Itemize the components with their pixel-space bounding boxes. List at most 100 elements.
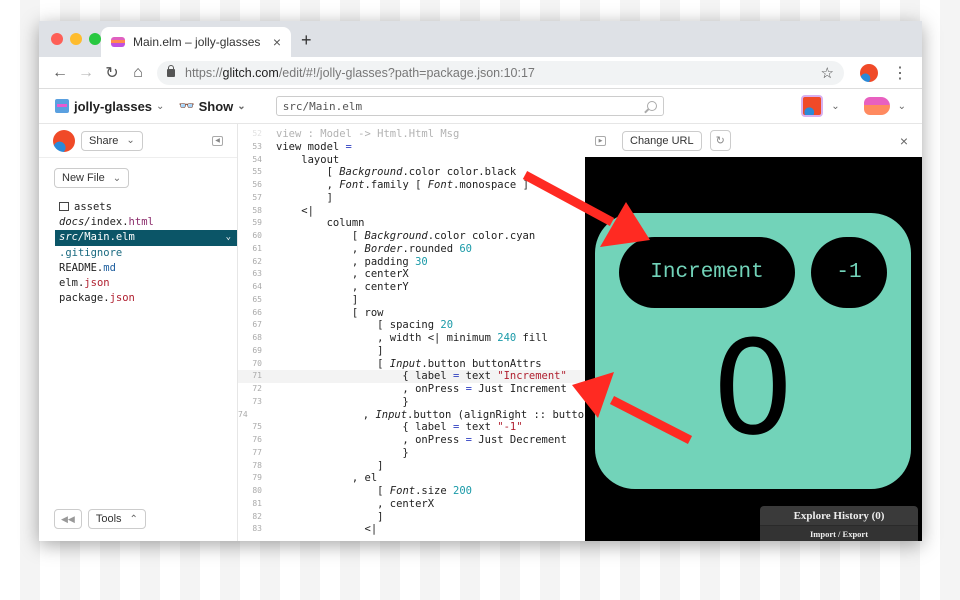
code-line[interactable]: 71 { label = text "Increment"	[238, 370, 585, 383]
code-line[interactable]: 61 , Border.rounded 60	[238, 243, 585, 256]
code-line[interactable]: 75 { label = text "-1"	[238, 421, 585, 434]
code-token: .size	[415, 485, 454, 497]
code-line[interactable]: 54 layout	[238, 154, 585, 167]
user-avatar	[801, 95, 824, 117]
minimize-window-button[interactable]	[70, 33, 82, 45]
close-preview-icon[interactable]: ×	[900, 133, 908, 149]
tools-button[interactable]: Tools ⌃	[87, 509, 146, 529]
code-token: 240	[497, 332, 517, 344]
profile-avatar[interactable]	[860, 63, 878, 82]
code-line[interactable]: 73 }	[238, 396, 585, 409]
code-token: Input	[375, 408, 408, 421]
code-line[interactable]: 56 , Font.family [ Font.monospace ]	[238, 179, 585, 192]
file-item-docs-index-html[interactable]: docs/index.html	[39, 215, 237, 230]
code-token: .button buttonAttrs	[421, 357, 542, 370]
code-line[interactable]: 80 [ Font.size 200	[238, 485, 585, 498]
rewind-button[interactable]: ◀◀	[54, 509, 82, 529]
code-line[interactable]: 79 , el	[238, 472, 585, 485]
preview-play-icon[interactable]: ▶	[595, 135, 606, 146]
code-line[interactable]: 70 [ Input.button buttonAttrs	[238, 358, 585, 371]
user-menu-button[interactable]: ⌄	[801, 95, 840, 117]
code-line[interactable]: 62 , padding 30	[238, 256, 585, 269]
url-scheme: https://	[185, 65, 223, 80]
collapse-sidebar-icon[interactable]: ◀	[212, 135, 223, 146]
decrement-button[interactable]: -1	[811, 237, 887, 308]
line-number: 72	[252, 384, 262, 393]
collaborator-avatar[interactable]	[53, 129, 75, 152]
file-item-assets[interactable]: assets	[39, 200, 237, 215]
import-export-button[interactable]: Import / Export	[760, 526, 918, 541]
line-number: 58	[252, 205, 262, 215]
code-line[interactable]: 53 view model =	[238, 141, 585, 154]
change-url-button[interactable]: Change URL	[622, 130, 702, 151]
code-editor[interactable]: 52 view : Model -> Html.Html Msg 53 view mo…	[238, 124, 585, 541]
code-text: [ spacing 20	[276, 319, 453, 332]
code-line[interactable]: 77 }	[238, 447, 585, 460]
code-line[interactable]: 57 ]	[238, 192, 585, 205]
code-line[interactable]: 82 ]	[238, 511, 585, 524]
chevron-down-icon: ⌄	[156, 100, 165, 112]
code-line[interactable]: 72 , onPress = Just Increment	[238, 383, 585, 396]
line-number: 56	[252, 180, 262, 189]
refresh-preview-icon[interactable]: ↻	[709, 130, 731, 151]
maximize-window-button[interactable]	[89, 33, 101, 45]
code-token: [ spacing	[276, 319, 441, 332]
code-line[interactable]: 83 <|	[238, 523, 585, 536]
code-line[interactable]: 67 [ spacing 20	[238, 319, 585, 332]
code-token: .button (alignRight :: buttonAttrs)	[407, 408, 585, 421]
code-line[interactable]: 81 , centerX	[238, 498, 585, 511]
line-number: 64	[252, 282, 262, 291]
search-value: src/Main.elm	[282, 99, 363, 113]
home-icon[interactable]: ⌂	[125, 64, 151, 82]
file-item-readme[interactable]: README.md	[39, 261, 237, 276]
code-line[interactable]: 60 [ Background.color color.cyan	[238, 230, 585, 243]
code-line[interactable]: 68 , width <| minimum 240 fill	[238, 332, 585, 345]
code-line[interactable]: 66 [ row	[238, 307, 585, 320]
resources-menu-button[interactable]: ⌄	[863, 97, 906, 115]
code-token: view : Model -> Html.Html Msg	[276, 128, 460, 140]
code-line[interactable]: 58 <|	[238, 205, 585, 218]
increment-button[interactable]: Increment	[619, 237, 795, 308]
file-item-elm-json[interactable]: elm.json	[39, 276, 237, 291]
code-line[interactable]: 59 column	[238, 217, 585, 230]
code-text: ]	[276, 294, 358, 307]
project-name-button[interactable]: jolly-glasses	[74, 99, 152, 114]
back-icon[interactable]: ←	[47, 64, 73, 82]
code-text: column	[276, 217, 365, 230]
close-window-button[interactable]	[51, 33, 63, 45]
window-controls	[51, 33, 101, 45]
code-line[interactable]: 69 ]	[238, 345, 585, 358]
code-line[interactable]: 76 , onPress = Just Decrement	[238, 434, 585, 447]
explore-history-button[interactable]: Explore History (0)	[760, 506, 918, 526]
line-number: 59	[252, 218, 262, 228]
file-options-chevron-icon[interactable]: ⌄	[226, 230, 231, 245]
new-file-button[interactable]: New File ⌄	[54, 168, 130, 188]
code-line[interactable]: 74 , Input.button (alignRight :: buttonA…	[238, 409, 585, 422]
file-item-src-main-elm[interactable]: src/Main.elm ⌄	[55, 230, 237, 246]
file-label: index.	[90, 216, 129, 229]
code-line[interactable]: 52 view : Model -> Html.Html Msg	[238, 128, 585, 141]
browser-tab[interactable]: Main.elm – jolly-glasses ×	[101, 27, 291, 57]
elm-debugger-overlay[interactable]: Explore History (0) Import / Export	[760, 506, 918, 541]
code-line[interactable]: 64 , centerY	[238, 281, 585, 294]
reload-icon[interactable]: ↻	[99, 63, 125, 83]
file-item-package-json[interactable]: package.json	[39, 291, 237, 306]
code-token: 200	[453, 485, 472, 497]
tab-close-icon[interactable]: ×	[273, 34, 281, 50]
code-line[interactable]: 78 ]	[238, 460, 585, 473]
code-line[interactable]: 65 ]	[238, 294, 585, 307]
bookmark-star-icon[interactable]: ☆	[821, 64, 834, 82]
code-line[interactable]: 63 , centerX	[238, 268, 585, 281]
code-text: , padding 30	[276, 256, 428, 269]
share-button[interactable]: Share ⌄	[81, 130, 143, 151]
browser-menu-icon[interactable]: ⋮	[886, 63, 914, 83]
code-text: }	[276, 447, 408, 460]
show-button[interactable]: 👓 Show ⌄	[178, 98, 245, 114]
file-search-input[interactable]: src/Main.elm	[275, 96, 664, 116]
address-bar[interactable]: https:// glitch.com /edit/#!/jolly-glass…	[157, 60, 844, 85]
forward-icon[interactable]: →	[73, 64, 99, 82]
line-number: 65	[252, 294, 262, 304]
file-item-gitignore[interactable]: .gitignore	[39, 246, 237, 261]
code-line[interactable]: 55 [ Background.color color.black	[238, 166, 585, 179]
new-tab-button[interactable]: +	[301, 30, 312, 51]
